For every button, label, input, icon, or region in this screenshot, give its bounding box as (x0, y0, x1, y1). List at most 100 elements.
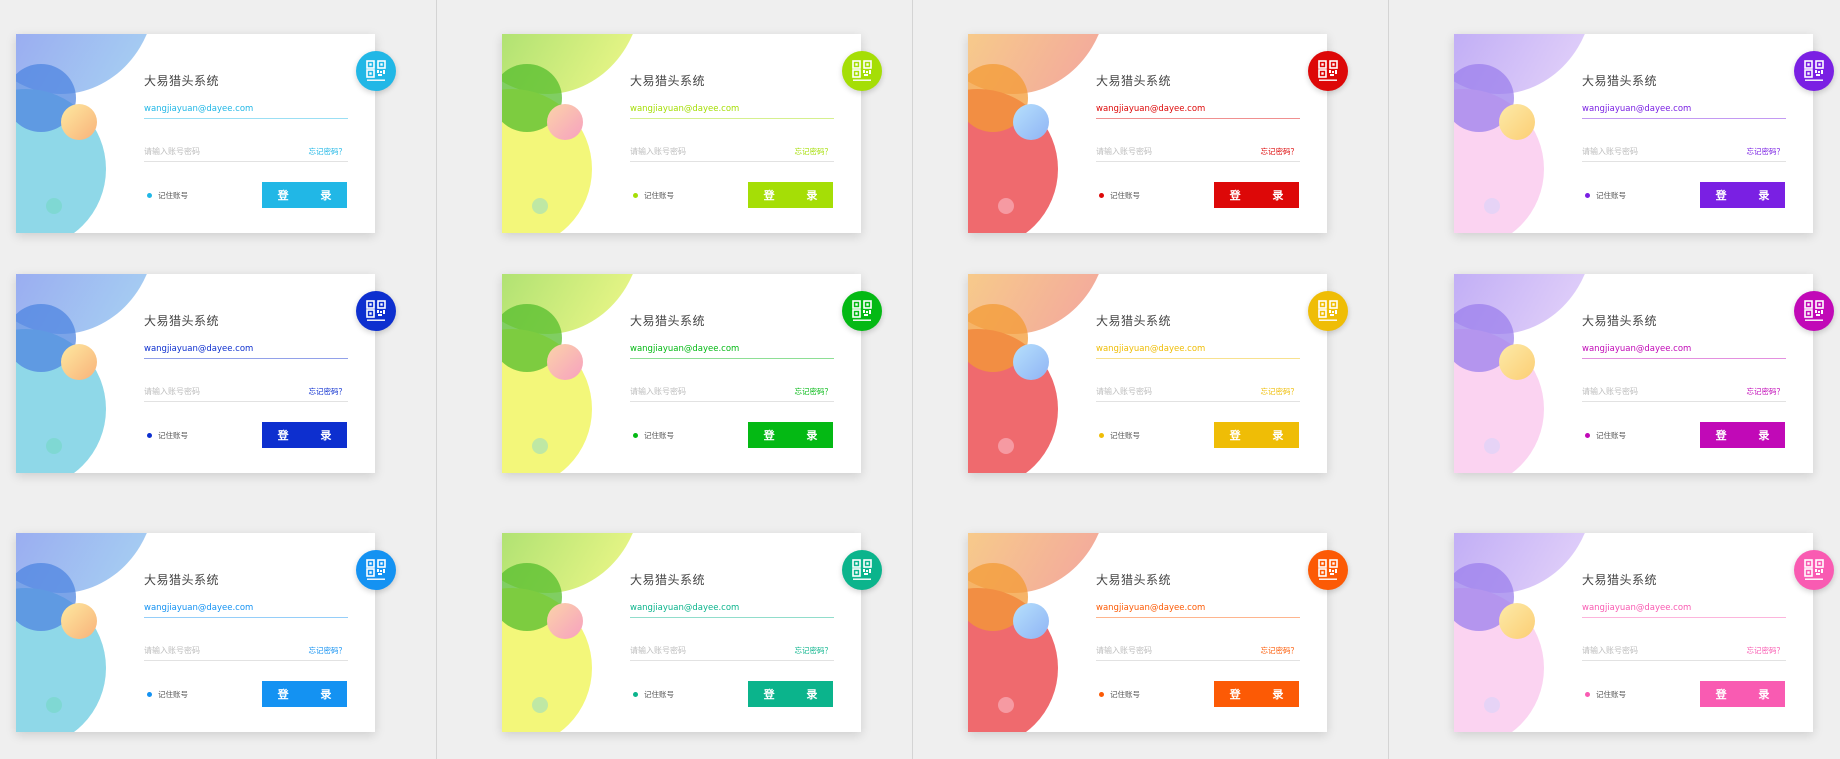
login-button[interactable]: 登 录 (1214, 182, 1299, 208)
password-field[interactable]: 请输入账号密码 忘记密码？ (1096, 146, 1300, 162)
decor-small-dot (1484, 697, 1500, 713)
password-field[interactable]: 请输入账号密码 忘记密码？ (1096, 386, 1300, 402)
forgot-password-link[interactable]: 忘记密码？ (309, 645, 347, 656)
login-card: 大易猎头系统 wangjiayuan@dayee.com 请输入账号密码 忘记密… (1454, 34, 1834, 233)
username-field[interactable]: wangjiayuan@dayee.com (630, 104, 834, 119)
login-button[interactable]: 登 录 (262, 422, 347, 448)
remember-account-checkbox[interactable]: 记住账号 (1099, 190, 1140, 201)
remember-account-checkbox[interactable]: 记住账号 (147, 190, 188, 201)
login-card: 大易猎头系统 wangjiayuan@dayee.com 请输入账号密码 忘记密… (502, 533, 882, 732)
username-field[interactable]: wangjiayuan@dayee.com (1096, 104, 1300, 119)
forgot-password-link[interactable]: 忘记密码？ (795, 645, 833, 656)
qr-login-toggle[interactable] (1308, 550, 1348, 590)
system-title: 大易猎头系统 (1582, 573, 1658, 587)
username-field[interactable]: wangjiayuan@dayee.com (1582, 344, 1786, 359)
remember-account-checkbox[interactable]: 记住账号 (1585, 190, 1626, 201)
forgot-password-link[interactable]: 忘记密码？ (309, 146, 347, 157)
radio-dot-icon (147, 193, 152, 198)
password-field[interactable]: 请输入账号密码 忘记密码？ (144, 645, 348, 661)
decor-ball (1499, 104, 1535, 140)
login-button[interactable]: 登 录 (262, 182, 347, 208)
login-button[interactable]: 登 录 (1214, 422, 1299, 448)
qr-login-toggle[interactable] (356, 51, 396, 91)
forgot-password-link[interactable]: 忘记密码？ (1747, 645, 1785, 656)
qr-code-scan-icon (852, 300, 872, 321)
login-button[interactable]: 登 录 (1700, 422, 1785, 448)
decor-small-dot (1484, 438, 1500, 454)
login-button[interactable]: 登 录 (748, 182, 833, 208)
username-field[interactable]: wangjiayuan@dayee.com (630, 603, 834, 618)
password-field[interactable]: 请输入账号密码 忘记密码？ (144, 386, 348, 402)
password-placeholder: 请输入账号密码 (144, 147, 200, 156)
password-field[interactable]: 请输入账号密码 忘记密码？ (1582, 146, 1786, 162)
qr-code-scan-icon (1804, 60, 1824, 81)
qr-login-toggle[interactable] (1794, 550, 1834, 590)
password-field[interactable]: 请输入账号密码 忘记密码？ (144, 146, 348, 162)
forgot-password-link[interactable]: 忘记密码？ (795, 386, 833, 397)
username-field[interactable]: wangjiayuan@dayee.com (630, 344, 834, 359)
remember-account-checkbox[interactable]: 记住账号 (147, 689, 188, 700)
system-title: 大易猎头系统 (144, 314, 220, 328)
system-title: 大易猎头系统 (1582, 314, 1658, 328)
forgot-password-link[interactable]: 忘记密码？ (1261, 146, 1299, 157)
forgot-password-link[interactable]: 忘记密码？ (309, 386, 347, 397)
username-field[interactable]: wangjiayuan@dayee.com (1582, 104, 1786, 119)
radio-dot-icon (1585, 193, 1590, 198)
qr-code-scan-icon (366, 300, 386, 321)
remember-account-checkbox[interactable]: 记住账号 (147, 430, 188, 441)
remember-account-checkbox[interactable]: 记住账号 (633, 689, 674, 700)
password-field[interactable]: 请输入账号密码 忘记密码？ (630, 146, 834, 162)
username-field[interactable]: wangjiayuan@dayee.com (1096, 344, 1300, 359)
forgot-password-link[interactable]: 忘记密码？ (1747, 146, 1785, 157)
remember-account-label: 记住账号 (644, 431, 674, 440)
remember-account-checkbox[interactable]: 记住账号 (1585, 689, 1626, 700)
password-field[interactable]: 请输入账号密码 忘记密码？ (1582, 386, 1786, 402)
password-field[interactable]: 请输入账号密码 忘记密码？ (1582, 645, 1786, 661)
remember-account-label: 记住账号 (1110, 431, 1140, 440)
decor-ball (1013, 344, 1049, 380)
qr-code-scan-icon (1318, 559, 1338, 580)
password-field[interactable]: 请输入账号密码 忘记密码？ (630, 386, 834, 402)
password-field[interactable]: 请输入账号密码 忘记密码？ (1096, 645, 1300, 661)
decor-small-dot (532, 438, 548, 454)
qr-login-toggle[interactable] (356, 550, 396, 590)
system-title: 大易猎头系统 (144, 573, 220, 587)
forgot-password-link[interactable]: 忘记密码？ (1747, 386, 1785, 397)
decor-small-dot (1484, 198, 1500, 214)
decor-ball (1499, 344, 1535, 380)
qr-login-toggle[interactable] (1308, 291, 1348, 331)
remember-account-checkbox[interactable]: 记住账号 (1585, 430, 1626, 441)
username-field[interactable]: wangjiayuan@dayee.com (144, 344, 348, 359)
forgot-password-link[interactable]: 忘记密码？ (1261, 386, 1299, 397)
remember-account-checkbox[interactable]: 记住账号 (1099, 430, 1140, 441)
decor-small-dot (998, 438, 1014, 454)
decor-small-dot (532, 198, 548, 214)
username-field[interactable]: wangjiayuan@dayee.com (144, 603, 348, 618)
password-placeholder: 请输入账号密码 (144, 646, 200, 655)
username-field[interactable]: wangjiayuan@dayee.com (144, 104, 348, 119)
qr-login-toggle[interactable] (842, 51, 882, 91)
username-field[interactable]: wangjiayuan@dayee.com (1096, 603, 1300, 618)
login-button[interactable]: 登 录 (748, 681, 833, 707)
login-button[interactable]: 登 录 (1214, 681, 1299, 707)
system-title: 大易猎头系统 (1096, 573, 1172, 587)
password-field[interactable]: 请输入账号密码 忘记密码？ (630, 645, 834, 661)
forgot-password-link[interactable]: 忘记密码？ (795, 146, 833, 157)
login-button[interactable]: 登 录 (1700, 182, 1785, 208)
username-field[interactable]: wangjiayuan@dayee.com (1582, 603, 1786, 618)
qr-login-toggle[interactable] (1794, 51, 1834, 91)
qr-code-scan-icon (366, 559, 386, 580)
remember-account-checkbox[interactable]: 记住账号 (633, 430, 674, 441)
login-button[interactable]: 登 录 (262, 681, 347, 707)
qr-login-toggle[interactable] (842, 550, 882, 590)
qr-login-toggle[interactable] (356, 291, 396, 331)
remember-account-checkbox[interactable]: 记住账号 (633, 190, 674, 201)
login-button[interactable]: 登 录 (748, 422, 833, 448)
qr-login-toggle[interactable] (1794, 291, 1834, 331)
forgot-password-link[interactable]: 忘记密码？ (1261, 645, 1299, 656)
qr-login-toggle[interactable] (1308, 51, 1348, 91)
radio-dot-icon (633, 193, 638, 198)
remember-account-checkbox[interactable]: 记住账号 (1099, 689, 1140, 700)
qr-login-toggle[interactable] (842, 291, 882, 331)
login-button[interactable]: 登 录 (1700, 681, 1785, 707)
